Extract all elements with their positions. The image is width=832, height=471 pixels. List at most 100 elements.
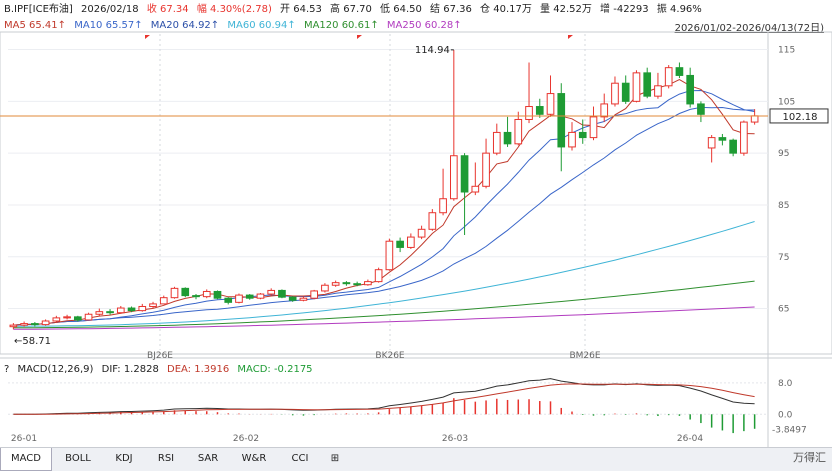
candle-body [546,93,555,115]
candle [245,294,254,300]
candle [331,280,340,287]
candle [589,106,598,141]
candle-body [202,290,211,298]
candle-body [299,297,308,301]
candle-body [697,103,705,115]
candle-body [192,295,200,298]
macd-legend: ? MACD(12,26,9) DIF: 1.2828 DEA: 1.3916 … [4,363,318,377]
candle-body [106,311,114,314]
candle [138,303,147,312]
candle [299,296,308,302]
candle-body [621,82,630,102]
tab-macd[interactable]: MACD [0,448,52,471]
contract-marker [357,35,362,39]
candle-body [428,212,437,230]
candle-body [267,289,276,295]
price-chart[interactable]: 65 75 85 95 105 115 BJ26E BK26E BM26E 102.18 114.9… [0,0,832,447]
candle [643,67,652,99]
candle-body [643,72,652,97]
candle [41,319,50,326]
y-tick-label: 85 [778,201,789,211]
candle [159,295,168,305]
y-tick-label: 75 [778,253,789,263]
candle-body [568,131,576,148]
candle-body [514,118,523,145]
candle-body [535,106,544,115]
contract-label: BM26E [569,351,600,361]
candle [654,72,662,99]
y-tick-label: 65 [778,305,789,315]
candle [557,83,566,172]
contract-marker [145,35,150,39]
candle [482,138,490,189]
candle-body [460,155,469,193]
ma20-line [13,106,755,326]
candle-body [278,289,286,298]
candle [95,308,104,316]
candle-body [310,290,319,299]
tab-boll[interactable]: BOLL [56,448,100,470]
candle-body [245,294,254,299]
candle [697,101,705,123]
candle [525,62,533,124]
candle-body [256,293,265,299]
candle-body [578,131,587,139]
tab-kdj[interactable]: KDJ [104,448,144,470]
y-tick-label: 95 [778,149,789,159]
x-date-label: 26-04 [677,434,703,444]
candle-body [9,324,18,328]
candle [621,75,630,104]
candle-body [224,297,233,303]
candle [600,93,609,123]
candle-body [84,313,93,321]
candle [407,233,415,249]
candle-body [31,323,39,326]
ma120-line [13,280,755,329]
macd-help-icon[interactable]: ? [4,364,9,375]
candle [417,225,426,240]
candle-body [41,320,50,326]
macd-title: MACD(12,26,9) [17,364,94,375]
candle [321,283,329,293]
candle-body [557,93,566,148]
candle [170,286,179,299]
macd-latest-label: -3.8497 [772,425,807,435]
candle [181,287,190,298]
candle-body [740,121,748,154]
tab-sar[interactable]: SAR [188,448,228,470]
candle [116,305,125,314]
candle-body [235,294,243,303]
candle [235,293,243,304]
candle [675,62,684,79]
candle [568,122,576,151]
candle [278,289,286,299]
candle-body [686,74,695,105]
candle [492,123,501,156]
contract-marker [568,35,573,39]
candle-body [600,103,609,118]
candle-body [503,131,512,145]
candle [192,294,200,300]
candle-body [750,115,759,123]
candle [267,288,276,296]
candle-body [718,137,727,141]
tab-cci[interactable]: CCI [280,448,320,470]
candle [374,267,383,283]
high-label: 114.94 [415,45,450,56]
candle-body [288,296,297,301]
tab-rsi[interactable]: RSI [146,448,186,470]
candle [9,323,18,330]
candle [740,120,748,156]
candle-body [417,228,426,238]
x-date-label: 26-01 [11,434,37,444]
candle-body [213,290,222,299]
candle-body [632,72,641,102]
y-tick-label: 105 [778,97,795,107]
x-date-label: 26-02 [233,434,259,444]
candle-body [63,316,71,319]
candle-body [449,155,458,200]
candle [224,297,233,305]
tab-add-icon[interactable]: ⊞ [324,448,346,470]
indicator-tabs: MACD BOLL KDJ RSI SAR W&R CCI ⊞ [0,447,832,471]
tab-wr[interactable]: W&R [232,448,276,470]
